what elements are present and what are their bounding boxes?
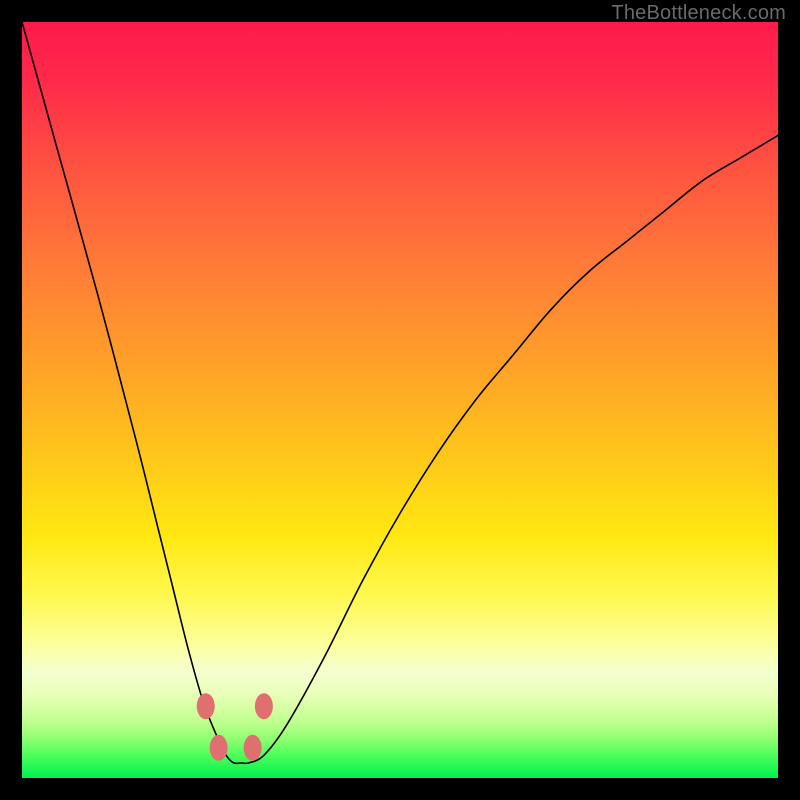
curve-markers	[197, 693, 273, 761]
bump-right-lower	[244, 735, 262, 761]
bump-left-upper	[197, 693, 215, 719]
bump-left-lower	[210, 735, 228, 761]
chart-overlay	[22, 22, 778, 778]
bottleneck-curve	[22, 22, 778, 763]
bump-right-upper	[255, 693, 273, 719]
